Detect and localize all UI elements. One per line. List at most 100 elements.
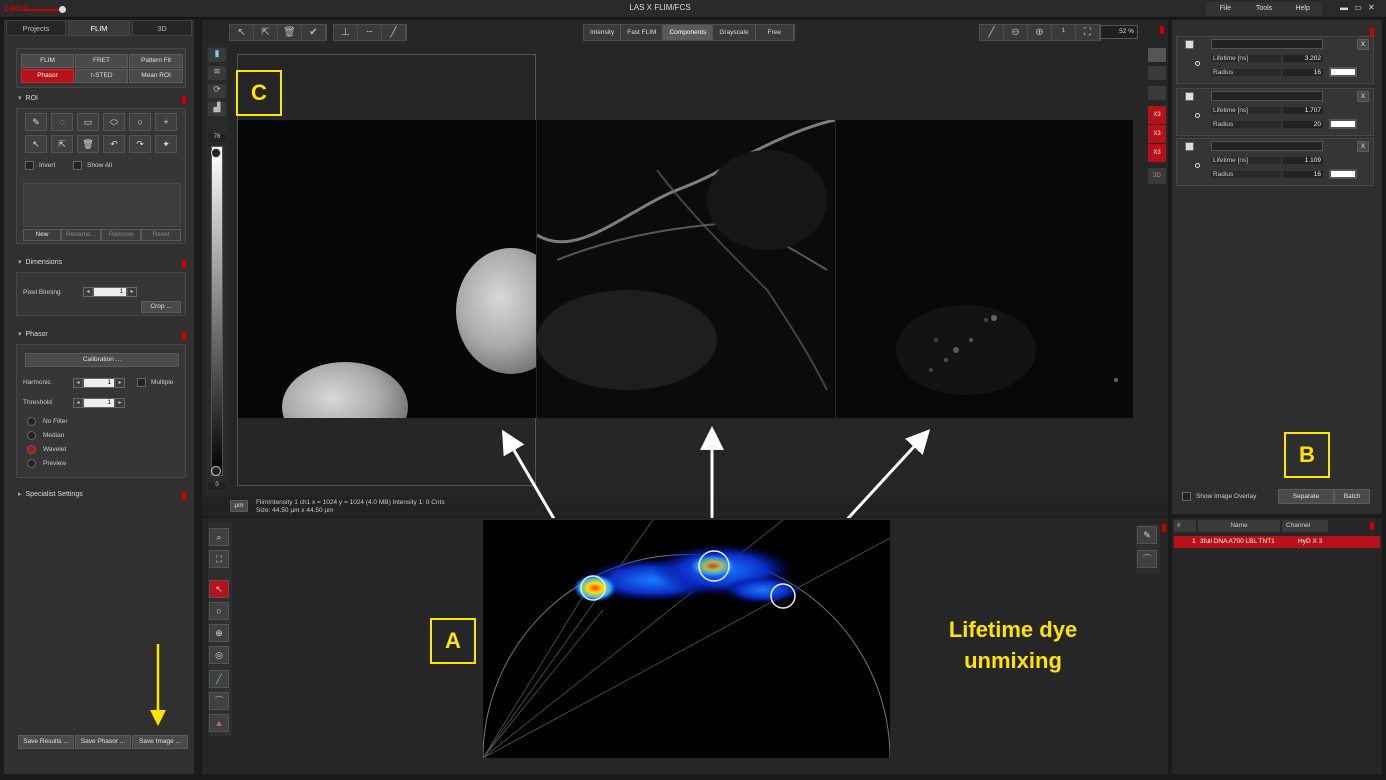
- target-icon[interactable]: ◎: [209, 646, 229, 664]
- preview-radio[interactable]: [27, 459, 36, 468]
- line-icon[interactable]: ╱: [382, 25, 406, 40]
- lut-icon[interactable]: ▮: [208, 48, 226, 62]
- ruler-icon[interactable]: ╱: [980, 25, 1004, 40]
- trash-icon[interactable]: 🗑: [278, 25, 302, 40]
- harmonic-value[interactable]: 1: [84, 379, 114, 387]
- filter-none-radio[interactable]: [27, 417, 36, 426]
- lasso-icon[interactable]: ◌: [51, 113, 73, 131]
- dimensions-section-header[interactable]: ▾ Dimensions: [18, 258, 190, 270]
- show-image-overlay-checkbox[interactable]: [1182, 492, 1191, 501]
- roi-section-header[interactable]: ▾ ROI: [18, 94, 190, 106]
- increment-icon[interactable]: ▸: [128, 288, 136, 296]
- single-view-icon[interactable]: [1148, 48, 1166, 62]
- harmonic-stepper[interactable]: ◂ 1 ▸: [73, 378, 125, 388]
- circle-icon[interactable]: ○: [129, 113, 151, 131]
- unit-button[interactable]: µm: [230, 500, 248, 512]
- component-1-color-icon[interactable]: [1195, 61, 1200, 66]
- component-2-checkbox[interactable]: [1185, 92, 1194, 101]
- arc-cursor-icon[interactable]: ⌒: [209, 692, 229, 710]
- component-3-close-icon[interactable]: X: [1357, 141, 1369, 152]
- table-header-number[interactable]: #: [1174, 520, 1196, 532]
- triangle-cursor-icon[interactable]: ▲: [209, 714, 229, 732]
- roi-new-button[interactable]: New: [23, 229, 61, 241]
- table-header-channel[interactable]: Channel: [1282, 520, 1328, 532]
- fit-icon[interactable]: ⛶: [209, 550, 229, 568]
- component-image-3[interactable]: [836, 120, 1133, 418]
- tab-projects[interactable]: Projects: [6, 20, 66, 36]
- menu-help[interactable]: Help: [1283, 2, 1322, 16]
- component-2-color-swatch[interactable]: [1329, 119, 1357, 129]
- split-view-icon[interactable]: [1148, 66, 1166, 80]
- increment-icon[interactable]: ▸: [116, 399, 124, 407]
- info-icon[interactable]: [1370, 522, 1374, 530]
- dashed-line-icon[interactable]: ┄: [358, 25, 382, 40]
- component-2-lifetime[interactable]: 1.707: [1283, 107, 1323, 114]
- roi-rename-button[interactable]: Rename...: [61, 229, 101, 241]
- component-3-color-swatch[interactable]: [1329, 169, 1357, 179]
- threshold-value[interactable]: 1: [84, 399, 114, 407]
- menu-file[interactable]: File: [1206, 2, 1245, 16]
- tab-fast-flim[interactable]: Fast FLIM: [621, 25, 664, 40]
- zoom-1to1-icon[interactable]: ¹: [1052, 25, 1076, 40]
- increment-icon[interactable]: ▸: [116, 379, 124, 387]
- phasor-plot[interactable]: [482, 519, 891, 759]
- save-results-button[interactable]: Save Results ...: [18, 735, 74, 749]
- threshold-stepper[interactable]: ◂ 1 ▸: [73, 398, 125, 408]
- decrement-icon[interactable]: ◂: [74, 399, 82, 407]
- brush-icon[interactable]: ✎: [25, 113, 47, 131]
- save-image-button[interactable]: Save Image ...: [132, 735, 188, 749]
- intensity-slider[interactable]: [211, 146, 223, 476]
- filter-wavelet-radio[interactable]: [27, 445, 36, 454]
- mode-pattern-fit-button[interactable]: Pattern Fit: [129, 54, 183, 68]
- rectangle-icon[interactable]: ▭: [77, 113, 99, 131]
- redo-icon[interactable]: ↷: [129, 135, 151, 153]
- phasor-section-header[interactable]: ▾ Phasor: [18, 330, 190, 342]
- component-1-radius[interactable]: 16: [1283, 69, 1323, 76]
- window-controls[interactable]: ▬ ▭ ✕: [1340, 3, 1377, 12]
- channel-x3-3[interactable]: X3: [1148, 144, 1166, 162]
- calibration-button[interactable]: Calibration ...: [25, 353, 179, 367]
- slider-handle-top[interactable]: [211, 148, 221, 158]
- pointer-icon[interactable]: ↖: [25, 135, 47, 153]
- tab-free[interactable]: Free: [756, 25, 794, 40]
- component-image-2[interactable]: [537, 120, 835, 418]
- component-3-lifetime[interactable]: 1.109: [1283, 157, 1323, 164]
- refresh-icon[interactable]: ⟳: [208, 84, 226, 98]
- ellipse-icon[interactable]: ⬭: [103, 113, 125, 131]
- trash-icon[interactable]: 🗑: [77, 135, 99, 153]
- filter-median-radio[interactable]: [27, 431, 36, 440]
- add-cursor-icon[interactable]: ⊕: [209, 624, 229, 642]
- table-row[interactable]: 1 3full DNA A700 LBL TNT1 HyD X 3: [1174, 536, 1380, 548]
- save-phasor-button[interactable]: Save Phasor ...: [75, 735, 131, 749]
- component-1-color-swatch[interactable]: [1329, 67, 1357, 77]
- tab-grayscale[interactable]: Grayscale: [713, 25, 756, 40]
- component-3-checkbox[interactable]: [1185, 142, 1194, 151]
- pixel-binning-value[interactable]: 1: [94, 288, 126, 296]
- invert-checkbox[interactable]: [25, 161, 34, 170]
- select-icon[interactable]: ↖: [230, 25, 254, 40]
- multiple-checkbox[interactable]: [137, 378, 146, 387]
- fit-icon[interactable]: ⛶: [1076, 25, 1100, 40]
- pen-icon[interactable]: ✎: [1137, 526, 1157, 544]
- component-1-checkbox[interactable]: [1185, 40, 1194, 49]
- info-icon[interactable]: [182, 332, 186, 340]
- slider-handle-bottom[interactable]: [211, 466, 221, 476]
- mode-mean-roi-button[interactable]: Mean ROI: [129, 69, 183, 83]
- 3d-view-button[interactable]: 3D: [1148, 168, 1166, 184]
- crop-button[interactable]: Crop ...: [141, 301, 181, 313]
- circle-cursor-icon[interactable]: ○: [209, 602, 229, 620]
- info-icon[interactable]: [182, 260, 186, 268]
- zoom-in-icon[interactable]: ⊕: [1028, 25, 1052, 40]
- component-1-name-field[interactable]: [1211, 39, 1323, 49]
- component-2-name-field[interactable]: [1211, 91, 1323, 101]
- info-icon[interactable]: [1160, 26, 1164, 34]
- component-image-1[interactable]: [238, 120, 536, 418]
- info-icon[interactable]: [1370, 28, 1374, 36]
- zoom-out-icon[interactable]: ⊖: [1004, 25, 1028, 40]
- channel-x3-1[interactable]: X3: [1148, 106, 1166, 124]
- mode-flim-button[interactable]: FLIM: [21, 54, 74, 68]
- magic-wand-icon[interactable]: ✦: [155, 135, 177, 153]
- pointer-icon[interactable]: ↖: [209, 580, 229, 598]
- channel-x3-2[interactable]: X3: [1148, 125, 1166, 143]
- roi-list[interactable]: [23, 183, 181, 227]
